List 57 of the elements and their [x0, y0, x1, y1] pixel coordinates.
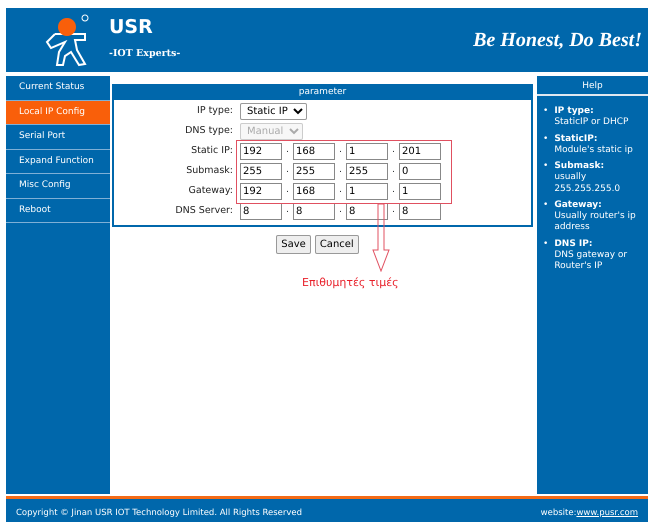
dot-separator: . [285, 164, 290, 178]
field-label: Static IP: [190, 144, 234, 158]
help-item: Submask: usually 255.255.255.0 [554, 161, 622, 195]
ip-octet-field[interactable]: 0 [399, 162, 441, 180]
ip-octet-field[interactable]: 8 [399, 202, 441, 220]
panel-title: parameter [114, 84, 531, 100]
ip-octet-field[interactable]: 255 [240, 162, 282, 180]
ip-octet-field[interactable]: 8 [293, 202, 335, 220]
website-label: website: [540, 507, 576, 520]
copyright-text: Copyright © Jinan USR IOT Technology Limited. All Rights Reserved [16, 507, 302, 520]
dot-separator: . [338, 144, 343, 158]
ip-octet-field[interactable]: 168 [293, 182, 335, 200]
bullet: • [543, 134, 548, 146]
dot-separator: . [338, 184, 343, 198]
dot-separator: . [391, 204, 396, 218]
dot-separator: . [285, 184, 290, 198]
field-label: Gateway: [188, 184, 234, 198]
field-label: Submask: [185, 164, 234, 178]
ip-octet-field[interactable]: 255 [293, 162, 335, 180]
help-item: Gateway: Usually router's ip address [554, 200, 637, 234]
ip-octet-field[interactable]: 1 [399, 182, 441, 200]
dot-separator: . [285, 204, 290, 218]
dot-separator: . [338, 164, 343, 178]
help-title: Help [537, 76, 648, 96]
dot-separator: . [391, 184, 396, 198]
annotation-text: Επιθυμητές τιμές [302, 275, 399, 291]
ip-octet-field[interactable]: 255 [346, 162, 388, 180]
brand-name: USR [109, 18, 154, 38]
dot-separator: . [338, 204, 343, 218]
website-link[interactable]: www.pusr.com [576, 507, 638, 520]
ip-octet-field[interactable]: 192 [240, 182, 282, 200]
ip-octet-field[interactable]: 1 [346, 182, 388, 200]
help-item: DNS IP: DNS gateway or Router's IP [554, 238, 628, 272]
save-button[interactable]: Save [276, 235, 311, 254]
dot-separator: . [391, 144, 396, 158]
ip-octet-field[interactable]: 168 [293, 142, 335, 160]
ip-octet-field[interactable]: 1 [346, 142, 388, 160]
brand-subtitle: -IOT Experts- [109, 47, 180, 62]
field-label: DNS Server: [174, 204, 234, 218]
ip-octet-field[interactable]: 8 [240, 202, 282, 220]
help-item: IP type: StaticIP or DHCP [554, 106, 628, 128]
bullet: • [543, 238, 548, 250]
ip-octet-field[interactable]: 192 [240, 142, 282, 160]
dropdown[interactable]: Static IP [240, 102, 307, 120]
slogan: Be Honest, Do Best! [473, 28, 642, 53]
cancel-button[interactable]: Cancel [314, 235, 359, 254]
bullet: • [543, 200, 548, 212]
bullet: • [543, 106, 548, 118]
help-item: StaticIP: Module's static ip [554, 134, 633, 156]
ip-octet-field[interactable]: 8 [346, 202, 388, 220]
down-arrow [372, 204, 390, 272]
bullet: • [543, 161, 548, 173]
field-label: IP type: [196, 104, 234, 118]
dot-separator: . [391, 164, 396, 178]
ip-octet-field[interactable]: 201 [399, 142, 441, 160]
field-label: DNS type: [184, 124, 234, 138]
dot-separator: . [285, 144, 290, 158]
